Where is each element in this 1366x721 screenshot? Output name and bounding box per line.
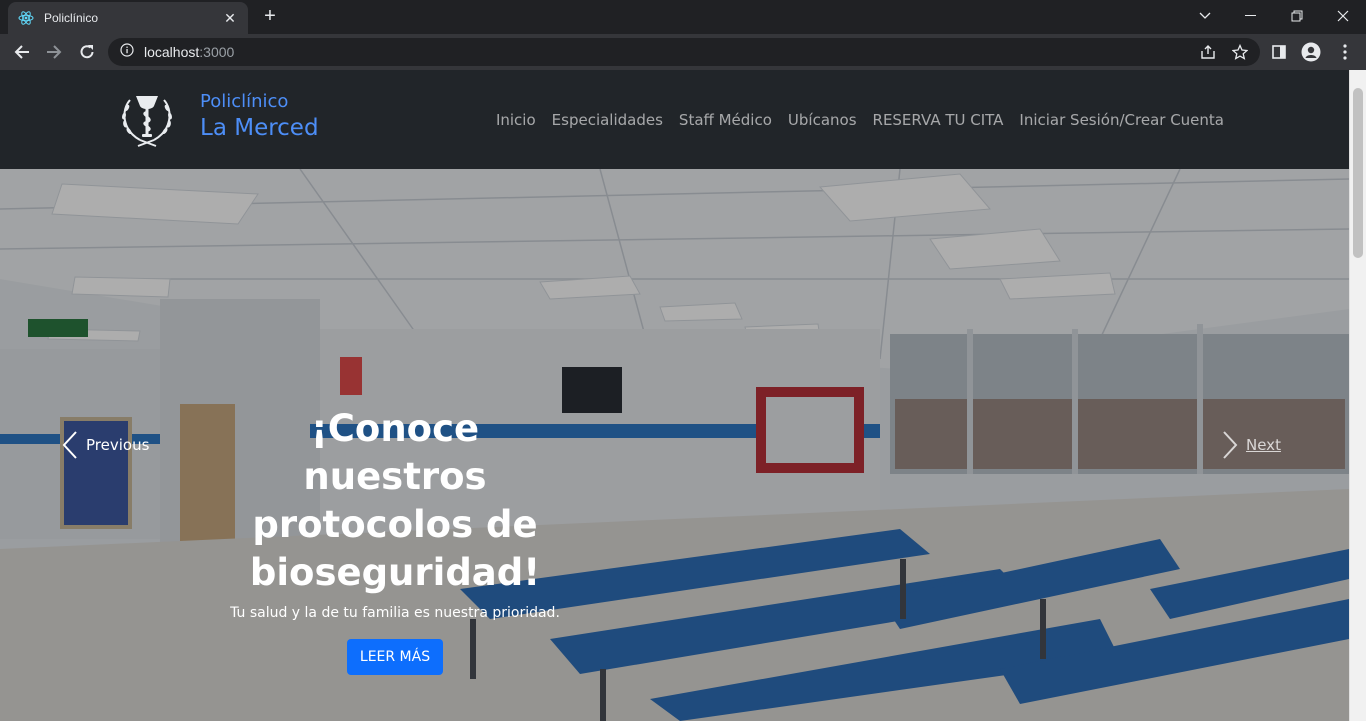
brand-name-line1[interactable]: Policlínico: [200, 91, 288, 112]
more-vert-icon[interactable]: [1333, 40, 1357, 64]
brand-name-line2[interactable]: La Merced: [200, 115, 319, 141]
chevron-right-icon: [1223, 431, 1238, 459]
close-window-icon[interactable]: [1320, 2, 1366, 30]
hero-overlay: [0, 169, 1349, 721]
tab-strip: Policlínico ✕ +: [0, 0, 1366, 34]
reload-icon[interactable]: [75, 40, 99, 64]
url-port: :3000: [199, 44, 235, 60]
profile-icon[interactable]: [1299, 40, 1323, 64]
close-icon[interactable]: ✕: [222, 10, 238, 27]
carousel-caption: ¡Conoce nuestros protocolos de bioseguri…: [220, 405, 570, 675]
page-scrollbar[interactable]: [1349, 70, 1366, 721]
back-arrow-icon[interactable]: [10, 40, 34, 64]
info-icon[interactable]: [120, 42, 134, 62]
forward-arrow-icon[interactable]: [42, 40, 66, 64]
plus-icon[interactable]: +: [258, 5, 282, 29]
chevron-left-icon: [62, 431, 77, 459]
carousel-prev-label: Previous: [86, 436, 150, 454]
carousel-next-button[interactable]: Next: [1222, 431, 1281, 459]
carousel-prev-button[interactable]: Previous: [62, 431, 149, 459]
nav-link-reserva-cita[interactable]: RESERVA TU CITA: [873, 111, 1004, 129]
scrollbar-thumb[interactable]: [1353, 88, 1363, 258]
carousel-subtitle: Tu salud y la de tu familia es nuestra p…: [230, 605, 560, 621]
hero-carousel: Previous Next ¡Conoce nuestros protocolo…: [0, 169, 1349, 721]
clinic-logo[interactable]: [116, 86, 178, 148]
nav-link-ubicanos[interactable]: Ubícanos: [788, 111, 857, 129]
tab-title: Policlínico: [44, 11, 99, 25]
nav-links: Inicio Especialidades Staff Médico Ubíca…: [496, 111, 1224, 129]
browser-toolbar: localhost:3000: [0, 34, 1366, 70]
star-icon[interactable]: [1230, 42, 1250, 62]
minimize-icon[interactable]: [1228, 2, 1274, 30]
site-navbar: Policlínico La Merced Inicio Especialida…: [0, 70, 1349, 169]
side-panel-icon[interactable]: [1267, 40, 1291, 64]
nav-link-inicio[interactable]: Inicio: [496, 111, 536, 129]
address-bar[interactable]: localhost:3000: [108, 38, 1260, 66]
react-favicon-icon: [18, 10, 34, 26]
url-host: localhost: [144, 44, 200, 60]
leer-mas-button[interactable]: LEER MÁS: [346, 639, 444, 675]
carousel-title: ¡Conoce nuestros protocolos de bioseguri…: [249, 407, 541, 594]
carousel-next-label: Next: [1246, 436, 1281, 454]
chevron-down-icon[interactable]: [1182, 2, 1228, 30]
nav-link-login[interactable]: Iniciar Sesión/Crear Cuenta: [1019, 111, 1224, 129]
nav-link-especialidades[interactable]: Especialidades: [552, 111, 663, 129]
share-icon[interactable]: [1198, 42, 1218, 62]
restore-icon[interactable]: [1274, 2, 1320, 30]
nav-link-staff-medico[interactable]: Staff Médico: [679, 111, 772, 129]
browser-tab[interactable]: Policlínico ✕: [8, 2, 248, 34]
page-viewport: Policlínico La Merced Inicio Especialida…: [0, 70, 1366, 721]
